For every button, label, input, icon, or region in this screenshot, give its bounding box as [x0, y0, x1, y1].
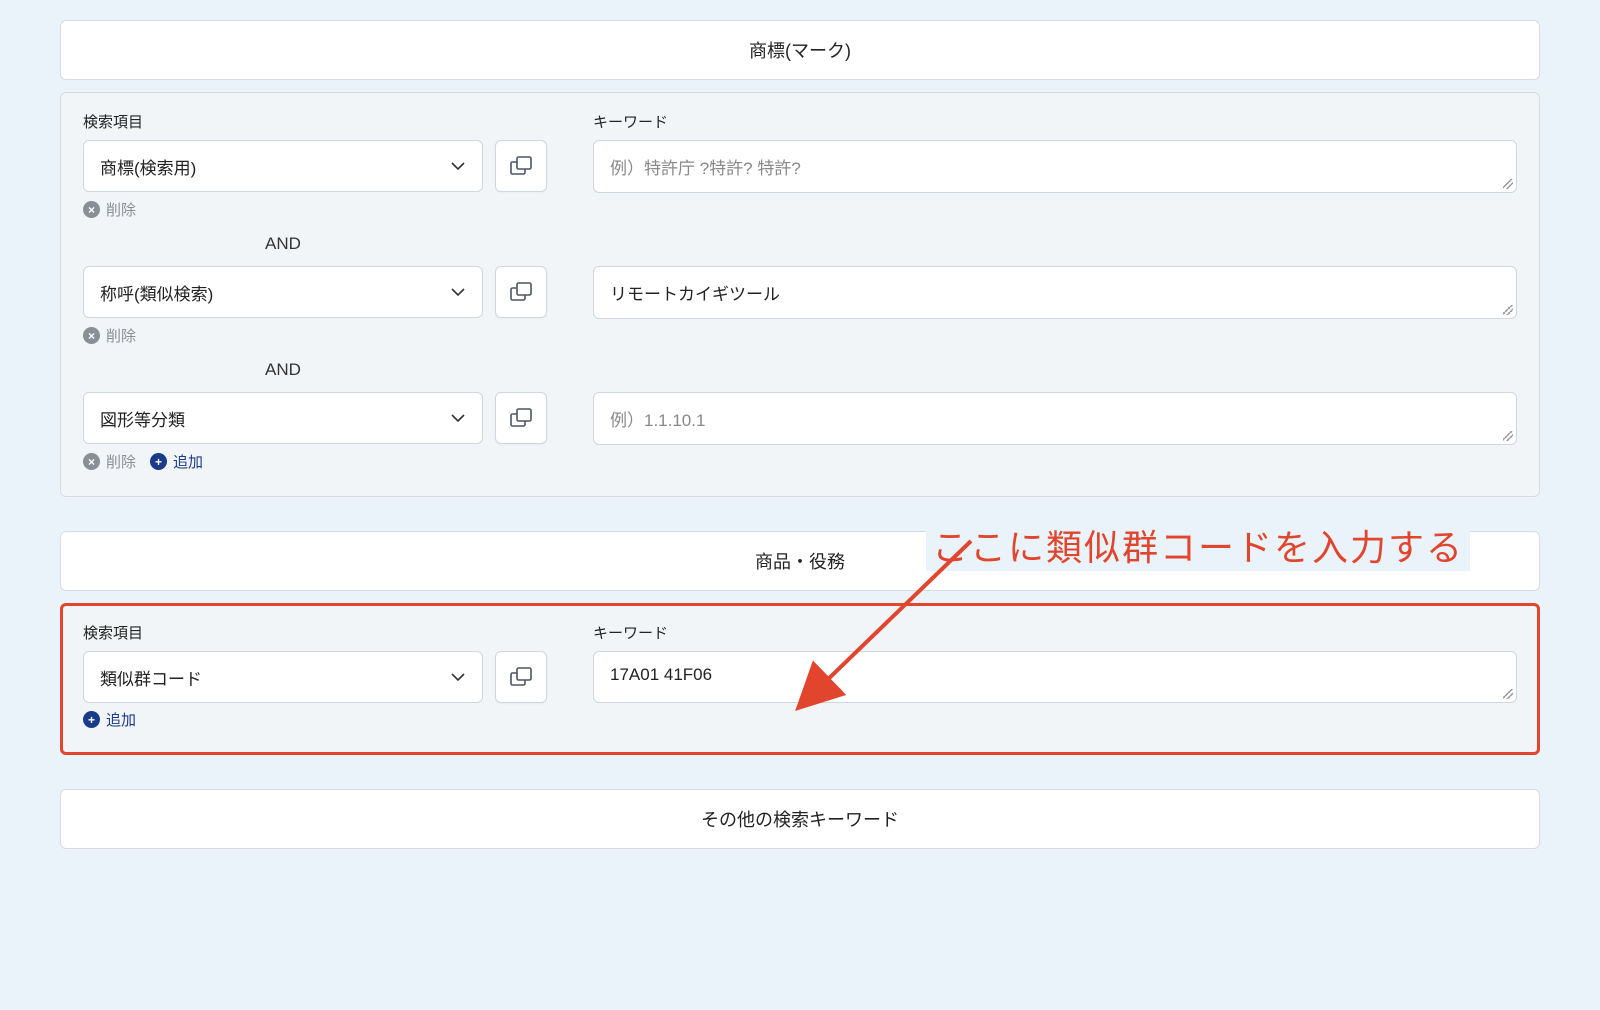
dropdown-value: 称呼(類似検索) [100, 280, 213, 305]
search-item-dropdown[interactable]: 称呼(類似検索) [83, 266, 483, 318]
keyword-input[interactable]: リモートカイギツール [593, 266, 1517, 319]
plus-icon: + [150, 453, 167, 470]
add-label: 追加 [173, 451, 203, 472]
annotation-callout: ここに類似群コードを入力する [926, 519, 1470, 571]
search-row: 称呼(類似検索) リモートカイギツール [83, 266, 1517, 319]
popup-icon [510, 156, 532, 176]
add-row-button[interactable]: + 追加 [150, 451, 203, 472]
popup-icon [510, 667, 532, 687]
keyword-input[interactable]: 例）特許庁 ?特許? 特許? [593, 140, 1517, 193]
open-dialog-button[interactable] [495, 651, 547, 703]
dropdown-value: 図形等分類 [100, 406, 185, 431]
add-row-button[interactable]: + 追加 [83, 709, 136, 730]
column-header-search-item: 検索項目 [83, 114, 143, 131]
search-item-dropdown[interactable]: 商標(検索用) [83, 140, 483, 192]
delete-row-button[interactable]: × 削除 [83, 451, 136, 472]
open-dialog-button[interactable] [495, 266, 547, 318]
popup-icon [510, 282, 532, 302]
chevron-down-icon [450, 669, 466, 685]
and-operator-label: AND [83, 230, 483, 266]
panel-trademark: 検索項目 キーワード 商標(検索用) 例）特許庁 ?特許? 特許? × 削除 [60, 92, 1540, 497]
and-operator-label: AND [83, 356, 483, 392]
add-label: 追加 [106, 709, 136, 730]
delete-label: 削除 [106, 199, 136, 220]
search-row: 図形等分類 例）1.1.10.1 [83, 392, 1517, 445]
close-icon: × [83, 453, 100, 470]
section-title-other: その他の検索キーワード [60, 789, 1540, 849]
popup-icon [510, 408, 532, 428]
column-header-keyword: キーワード [593, 114, 668, 131]
search-item-dropdown[interactable]: 類似群コード [83, 651, 483, 703]
keyword-input[interactable]: 例）1.1.10.1 [593, 392, 1517, 445]
open-dialog-button[interactable] [495, 140, 547, 192]
plus-icon: + [83, 711, 100, 728]
dropdown-value: 商標(検索用) [100, 154, 196, 179]
close-icon: × [83, 201, 100, 218]
search-item-dropdown[interactable]: 図形等分類 [83, 392, 483, 444]
keyword-input[interactable]: 17A01 41F06 [593, 651, 1517, 703]
panel-goods: 検索項目 キーワード 類似群コード 17A01 41F06 [60, 603, 1540, 755]
search-row: 類似群コード 17A01 41F06 [83, 651, 1517, 703]
open-dialog-button[interactable] [495, 392, 547, 444]
delete-label: 削除 [106, 451, 136, 472]
search-row: 商標(検索用) 例）特許庁 ?特許? 特許? [83, 140, 1517, 193]
chevron-down-icon [450, 284, 466, 300]
delete-row-button[interactable]: × 削除 [83, 199, 136, 220]
column-header-keyword: キーワード [593, 625, 668, 642]
chevron-down-icon [450, 410, 466, 426]
close-icon: × [83, 327, 100, 344]
dropdown-value: 類似群コード [100, 665, 202, 690]
chevron-down-icon [450, 158, 466, 174]
column-header-search-item: 検索項目 [83, 625, 143, 642]
delete-label: 削除 [106, 325, 136, 346]
delete-row-button[interactable]: × 削除 [83, 325, 136, 346]
section-title-trademark: 商標(マーク) [60, 20, 1540, 80]
